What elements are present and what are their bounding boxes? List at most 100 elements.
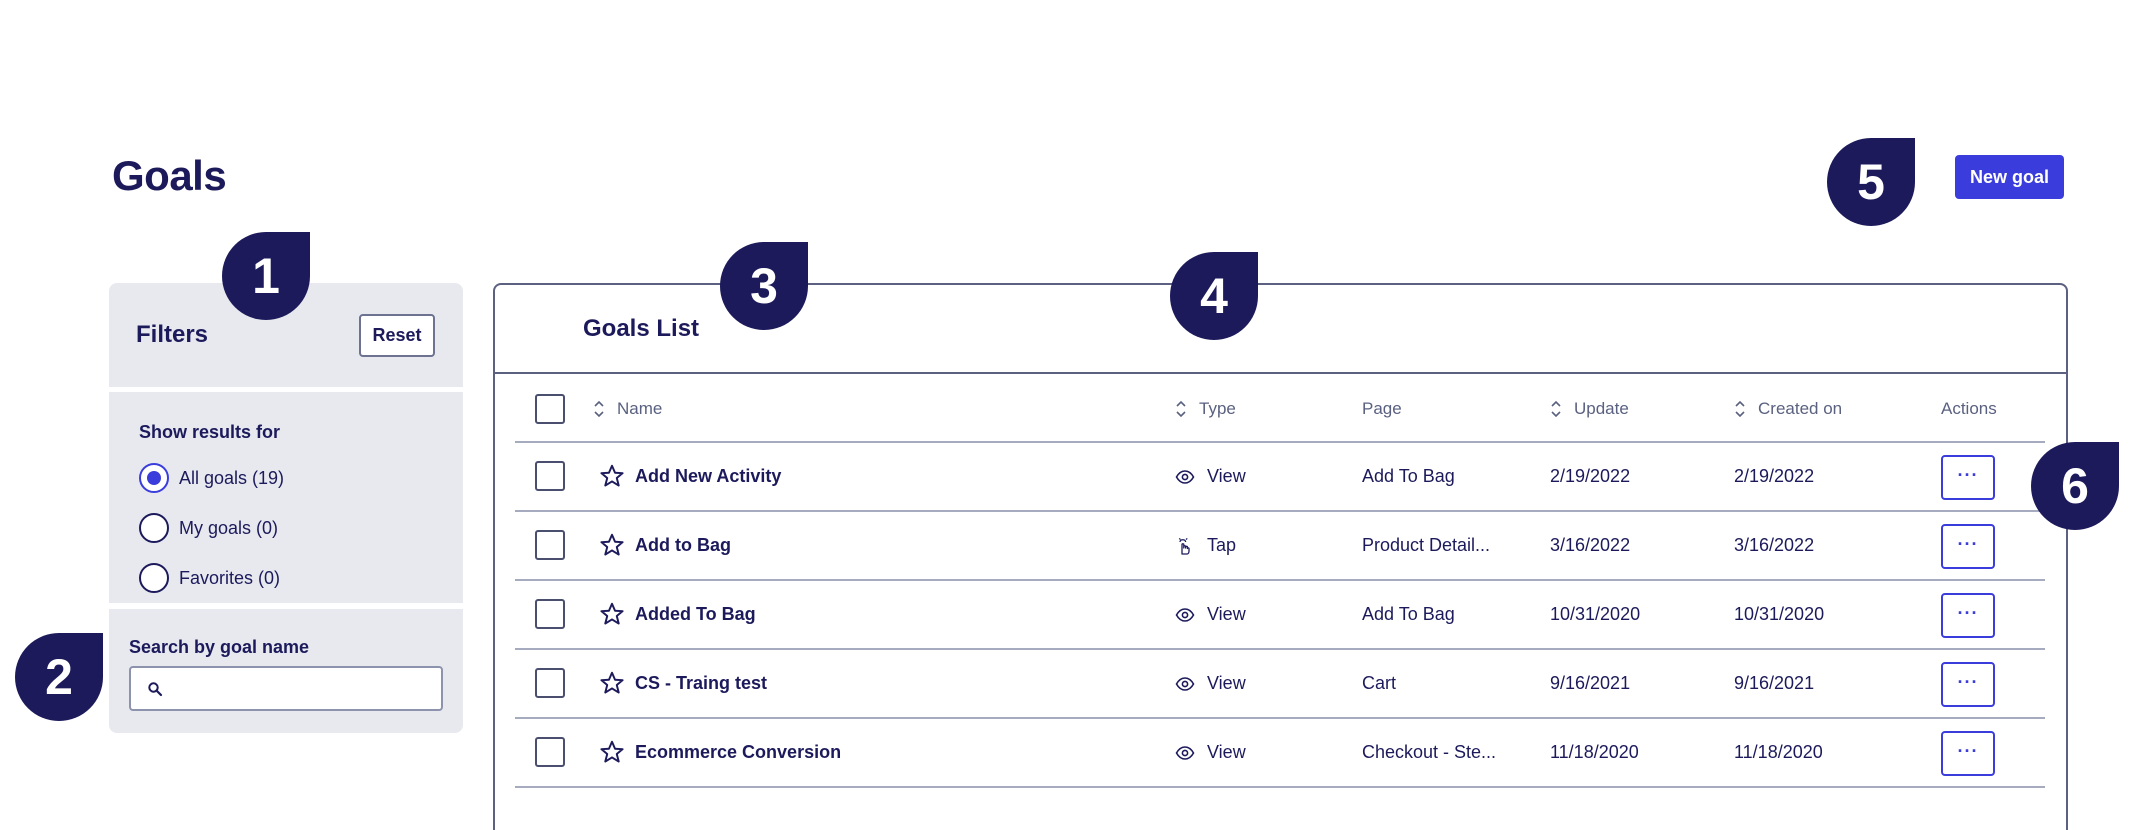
table-row[interactable]: Add New Activity View Add To Bag 2/19/20… bbox=[515, 443, 2045, 512]
more-icon: ··· bbox=[1957, 602, 1979, 623]
star-icon[interactable] bbox=[599, 532, 625, 558]
goal-update: 9/16/2021 bbox=[1550, 673, 1631, 693]
callout-marker-1: 1 bbox=[222, 232, 310, 320]
column-header-page: Page bbox=[1362, 375, 1402, 443]
goal-type-label: View bbox=[1207, 742, 1246, 762]
goal-name[interactable]: Added To Bag bbox=[635, 581, 756, 648]
goal-page: Add To Bag bbox=[1362, 604, 1455, 624]
star-icon[interactable] bbox=[599, 601, 625, 627]
goal-page: Checkout - Ste... bbox=[1362, 742, 1497, 762]
goal-created: 3/16/2022 bbox=[1734, 535, 1815, 555]
goal-name[interactable]: Add to Bag bbox=[635, 512, 731, 579]
actions-menu-button[interactable]: ··· bbox=[1941, 524, 1995, 569]
row-checkbox[interactable] bbox=[535, 668, 565, 698]
actions-menu-button[interactable]: ··· bbox=[1941, 662, 1995, 707]
goal-type: View bbox=[1175, 650, 1246, 717]
goal-type-label: Tap bbox=[1207, 535, 1237, 555]
filter-option-label: My goals (0) bbox=[179, 517, 279, 538]
goal-type-label: View bbox=[1207, 604, 1246, 624]
row-checkbox[interactable] bbox=[535, 530, 565, 560]
radio-favorites[interactable] bbox=[139, 563, 169, 593]
filter-option-my-goals[interactable]: My goals (0) bbox=[139, 513, 278, 543]
sort-icon bbox=[594, 400, 604, 418]
callout-marker-3: 3 bbox=[720, 242, 808, 330]
more-icon: ··· bbox=[1957, 671, 1979, 692]
select-all-checkbox[interactable] bbox=[535, 394, 565, 424]
goal-created: 9/16/2021 bbox=[1734, 673, 1815, 693]
filter-option-label: All goals (19) bbox=[179, 467, 285, 488]
goal-type-label: View bbox=[1207, 466, 1246, 486]
row-checkbox[interactable] bbox=[535, 599, 565, 629]
goal-update: 10/31/2020 bbox=[1550, 604, 1641, 624]
table-header: Name Type Page Update Created on Actions bbox=[515, 375, 2045, 443]
column-header-created[interactable]: Created on bbox=[1734, 375, 1842, 443]
column-header-label: Type bbox=[1199, 399, 1236, 418]
reset-button[interactable]: Reset bbox=[359, 314, 435, 357]
eye-icon bbox=[1175, 676, 1195, 691]
column-header-label: Created on bbox=[1758, 399, 1843, 418]
goal-created: 11/18/2020 bbox=[1734, 742, 1823, 762]
goal-update: 3/16/2022 bbox=[1550, 535, 1631, 555]
goal-type-label: View bbox=[1207, 673, 1246, 693]
filter-option-all-goals[interactable]: All goals (19) bbox=[139, 463, 284, 493]
column-header-update[interactable]: Update bbox=[1550, 375, 1629, 443]
column-header-actions: Actions bbox=[1941, 375, 1997, 443]
radio-my-goals[interactable] bbox=[139, 513, 169, 543]
goal-update: 2/19/2022 bbox=[1550, 466, 1631, 486]
filter-option-label: Favorites (0) bbox=[179, 567, 281, 588]
table-row[interactable]: Add to Bag Tap Product Detail... 3/16/20… bbox=[515, 512, 2045, 581]
radio-all-goals[interactable] bbox=[139, 463, 169, 493]
eye-icon bbox=[1175, 745, 1195, 760]
goal-name[interactable]: Add New Activity bbox=[635, 443, 781, 510]
row-checkbox[interactable] bbox=[535, 461, 565, 491]
divider bbox=[495, 372, 2066, 374]
goal-type: View bbox=[1175, 443, 1246, 510]
goal-created: 10/31/2020 bbox=[1734, 604, 1825, 624]
search-label: Search by goal name bbox=[129, 637, 310, 657]
more-icon: ··· bbox=[1957, 533, 1979, 554]
table-row[interactable]: Added To Bag View Add To Bag 10/31/2020 … bbox=[515, 581, 2045, 650]
callout-marker-6: 6 bbox=[2031, 442, 2119, 530]
search-icon bbox=[148, 682, 163, 697]
star-icon[interactable] bbox=[599, 670, 625, 696]
callout-marker-4: 4 bbox=[1170, 252, 1258, 340]
eye-icon bbox=[1175, 607, 1195, 622]
callout-marker-5: 5 bbox=[1827, 138, 1915, 226]
filters-panel: Filters Reset Show results for All goals… bbox=[109, 283, 463, 733]
goal-name[interactable]: Ecommerce Conversion bbox=[635, 719, 841, 786]
actions-menu-button[interactable]: ··· bbox=[1941, 593, 1995, 638]
search-field[interactable] bbox=[129, 666, 443, 711]
more-icon: ··· bbox=[1957, 464, 1979, 485]
show-results-label: Show results for bbox=[139, 422, 281, 442]
search-input[interactable] bbox=[171, 668, 431, 709]
sort-icon bbox=[1176, 400, 1186, 418]
row-checkbox[interactable] bbox=[535, 737, 565, 767]
goal-created: 2/19/2022 bbox=[1734, 466, 1815, 486]
goal-update: 11/18/2020 bbox=[1550, 742, 1639, 762]
column-header-name[interactable]: Name bbox=[593, 375, 662, 443]
goal-page: Add To Bag bbox=[1362, 466, 1455, 486]
goal-type: Tap bbox=[1175, 512, 1236, 579]
eye-icon bbox=[1175, 469, 1195, 484]
goal-type: View bbox=[1175, 581, 1246, 648]
filters-title: Filters bbox=[136, 321, 209, 348]
search-section: Search by goal name bbox=[109, 609, 463, 733]
new-goal-button[interactable]: New goal bbox=[1955, 155, 2064, 199]
star-icon[interactable] bbox=[599, 463, 625, 489]
actions-menu-button[interactable]: ··· bbox=[1941, 731, 1995, 776]
tap-icon bbox=[1178, 537, 1190, 555]
star-icon[interactable] bbox=[599, 739, 625, 765]
column-header-label: Actions bbox=[1941, 399, 1997, 418]
goal-name[interactable]: CS - Traing test bbox=[635, 650, 767, 717]
show-results-section: Show results for All goals (19) My goals… bbox=[109, 392, 463, 603]
goal-page: Product Detail... bbox=[1362, 535, 1491, 555]
actions-menu-button[interactable]: ··· bbox=[1941, 455, 1995, 500]
filter-option-favorites[interactable]: Favorites (0) bbox=[139, 563, 280, 593]
goals-list-title: Goals List bbox=[583, 315, 700, 342]
page-title: Goals bbox=[112, 152, 227, 199]
table-row[interactable]: CS - Traing test View Cart 9/16/2021 9/1… bbox=[515, 650, 2045, 719]
table-row[interactable]: Ecommerce Conversion View Checkout - Ste… bbox=[515, 719, 2045, 788]
goals-list-panel: Goals List Name Type Page Update Created… bbox=[493, 283, 2068, 830]
column-header-type[interactable]: Type bbox=[1175, 375, 1236, 443]
sort-icon bbox=[1551, 400, 1561, 418]
